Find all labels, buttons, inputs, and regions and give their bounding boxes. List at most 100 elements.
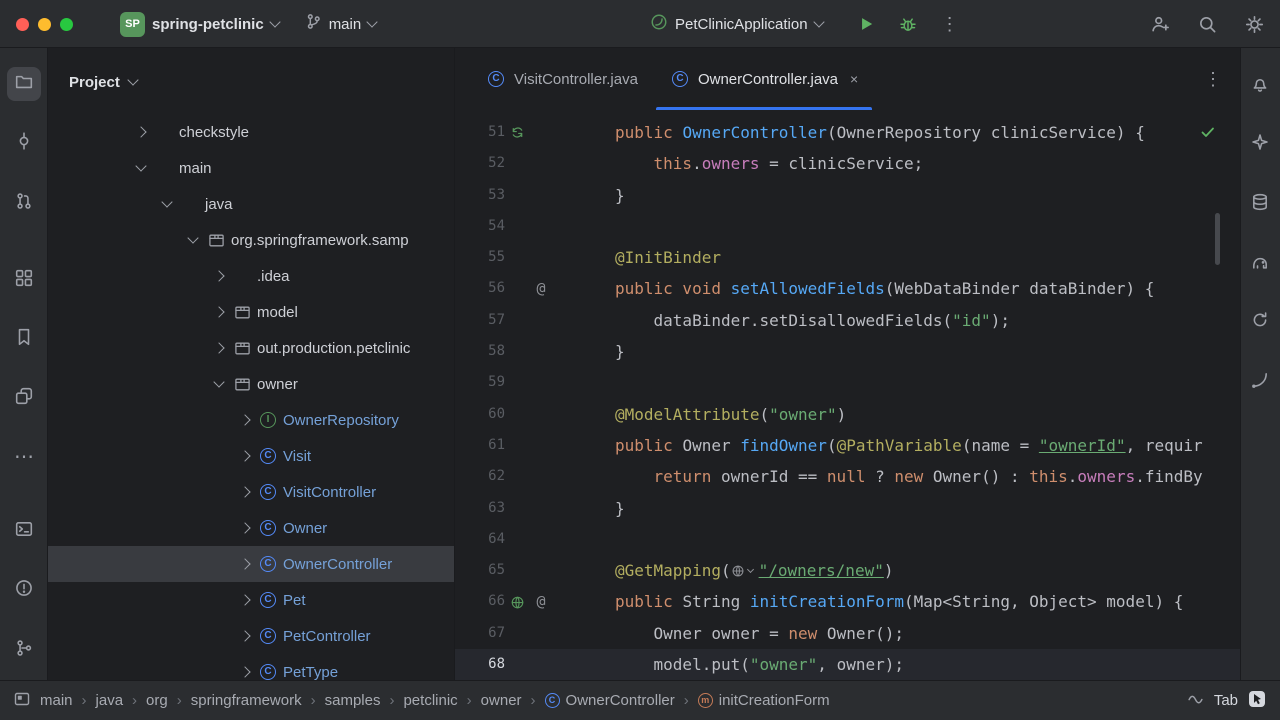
- code-line-68[interactable]: 68 model.put("owner", owner);: [455, 649, 1240, 680]
- tree-item-checkstyle[interactable]: checkstyle: [48, 114, 454, 150]
- tree-item-owner[interactable]: owner: [48, 366, 454, 402]
- tree-item-pettype[interactable]: CPetType: [48, 654, 454, 680]
- code-line-60[interactable]: 60@ModelAttribute("owner"): [455, 399, 1240, 430]
- breadcrumb-org[interactable]: org: [146, 692, 168, 709]
- tool-bookmarks[interactable]: [7, 322, 41, 356]
- url-inlay-globe-icon[interactable]: [731, 564, 753, 578]
- tool-database[interactable]: [1244, 188, 1276, 220]
- tool-notifications[interactable]: [1244, 70, 1276, 102]
- breadcrumb-springframework[interactable]: springframework: [191, 692, 302, 709]
- gutter-icon-slot[interactable]: [505, 618, 529, 649]
- tree-item--idea[interactable]: .idea: [48, 258, 454, 294]
- tree-chevron-icon[interactable]: [237, 592, 253, 608]
- gutter-icon-slot[interactable]: [505, 555, 529, 586]
- search-everywhere-button[interactable]: [1198, 15, 1217, 34]
- breadcrumb-ownercontroller[interactable]: COwnerController: [545, 692, 675, 709]
- more-actions-button[interactable]: ⋮: [941, 15, 959, 33]
- gutter-icon-slot[interactable]: [505, 148, 529, 179]
- tree-chevron-icon[interactable]: [211, 376, 227, 392]
- line-number[interactable]: 52: [455, 148, 505, 179]
- tree-chevron-icon[interactable]: [133, 160, 149, 176]
- tab-visitcontroller-java[interactable]: CVisitController.java: [470, 48, 654, 110]
- tree-chevron-icon[interactable]: [159, 196, 175, 212]
- tree-chevron-icon[interactable]: [237, 520, 253, 536]
- breadcrumb-initcreationform[interactable]: minitCreationForm: [698, 692, 830, 709]
- gutter-icon-slot[interactable]: [529, 618, 553, 649]
- tree-item-java[interactable]: java: [48, 186, 454, 222]
- tree-item-visitcontroller[interactable]: CVisitController: [48, 474, 454, 510]
- gutter-icon-slot[interactable]: [505, 461, 529, 492]
- tool-gradle[interactable]: [1244, 248, 1276, 280]
- code-line-62[interactable]: 62 return ownerId == null ? new Owner() …: [455, 461, 1240, 492]
- gutter-icon-slot[interactable]: [529, 305, 553, 336]
- tab-options-button[interactable]: ⋮: [1204, 48, 1240, 110]
- code-line-67[interactable]: 67 Owner owner = new Owner();: [455, 618, 1240, 649]
- line-number[interactable]: 66: [455, 586, 505, 617]
- breadcrumb-java[interactable]: java: [96, 692, 124, 709]
- line-number[interactable]: 65: [455, 555, 505, 586]
- line-number[interactable]: 51: [455, 117, 505, 148]
- tree-chevron-icon[interactable]: [237, 484, 253, 500]
- tree-item-out-production-petclinic[interactable]: out.production.petclinic: [48, 330, 454, 366]
- gutter-icon-slot[interactable]: [505, 336, 529, 367]
- run-config-widget[interactable]: PetClinicApplication: [650, 13, 823, 36]
- gutter-icon-slot[interactable]: [529, 117, 553, 148]
- gutter-icon-slot[interactable]: [529, 430, 553, 461]
- gutter-icon-slot[interactable]: [505, 117, 529, 148]
- gutter-icon-slot[interactable]: [505, 305, 529, 336]
- tool-ai-assistant[interactable]: [1244, 128, 1276, 160]
- gutter-icon-slot[interactable]: @: [529, 273, 553, 304]
- tree-chevron-icon[interactable]: [133, 124, 149, 140]
- tool-commit[interactable]: [7, 126, 41, 160]
- module-icon[interactable]: [14, 691, 30, 711]
- tree-chevron-icon[interactable]: [237, 412, 253, 428]
- gutter-icon-slot[interactable]: [505, 649, 529, 680]
- tree-chevron-icon[interactable]: [237, 448, 253, 464]
- code-line-52[interactable]: 52 this.owners = clinicService;: [455, 148, 1240, 179]
- tree-chevron-icon[interactable]: [237, 664, 253, 680]
- gutter-icon-slot[interactable]: [505, 180, 529, 211]
- gutter-icon-slot[interactable]: [505, 493, 529, 524]
- status-wave-icon[interactable]: [1187, 690, 1204, 711]
- gutter-icon-slot[interactable]: [529, 399, 553, 430]
- tree-item-ownerrepository[interactable]: IOwnerRepository: [48, 402, 454, 438]
- code-line-57[interactable]: 57 dataBinder.setDisallowedFields("id");: [455, 305, 1240, 336]
- debug-button[interactable]: [899, 15, 917, 33]
- gutter-icon-slot[interactable]: [505, 242, 529, 273]
- gutter-icon-slot[interactable]: [505, 399, 529, 430]
- gutter-icon-slot[interactable]: [529, 242, 553, 273]
- gutter-icon-slot[interactable]: [529, 336, 553, 367]
- code-line-66[interactable]: 66@public String initCreationForm(Map<St…: [455, 586, 1240, 617]
- gutter-icon-slot[interactable]: [505, 211, 529, 242]
- tool-terminal[interactable]: [7, 514, 41, 548]
- breadcrumb-main[interactable]: main: [40, 692, 73, 709]
- line-number[interactable]: 57: [455, 305, 505, 336]
- tab-ownercontroller-java[interactable]: COwnerController.java×: [654, 48, 874, 110]
- gutter-icon-slot[interactable]: [529, 211, 553, 242]
- gutter-icon-slot[interactable]: [529, 367, 553, 398]
- gutter-icon-slot[interactable]: [505, 524, 529, 555]
- line-number[interactable]: 58: [455, 336, 505, 367]
- line-number[interactable]: 53: [455, 180, 505, 211]
- breadcrumb-petclinic[interactable]: petclinic: [403, 692, 457, 709]
- settings-button[interactable]: [1245, 15, 1264, 34]
- tree-chevron-icon[interactable]: [211, 304, 227, 320]
- line-number[interactable]: 67: [455, 618, 505, 649]
- code-line-51[interactable]: 51public OwnerController(OwnerRepository…: [455, 117, 1240, 148]
- breadcrumb-owner[interactable]: owner: [481, 692, 522, 709]
- gutter-icon-slot[interactable]: [529, 180, 553, 211]
- tree-item-owner[interactable]: COwner: [48, 510, 454, 546]
- code-line-61[interactable]: 61public Owner findOwner(@PathVariable(n…: [455, 430, 1240, 461]
- tree-chevron-icon[interactable]: [211, 268, 227, 284]
- project-panel-header[interactable]: Project: [48, 48, 454, 114]
- close-window-button[interactable]: [16, 18, 29, 31]
- line-number[interactable]: 62: [455, 461, 505, 492]
- gutter-icon-slot[interactable]: [529, 555, 553, 586]
- inspections-passed-icon[interactable]: [1200, 124, 1216, 145]
- tree-chevron-icon[interactable]: [185, 232, 201, 248]
- tool-problems[interactable]: [7, 573, 41, 607]
- code-line-55[interactable]: 55@InitBinder: [455, 242, 1240, 273]
- gutter-icon-slot[interactable]: @: [529, 586, 553, 617]
- tool-version-control[interactable]: [7, 633, 41, 667]
- line-number[interactable]: 61: [455, 430, 505, 461]
